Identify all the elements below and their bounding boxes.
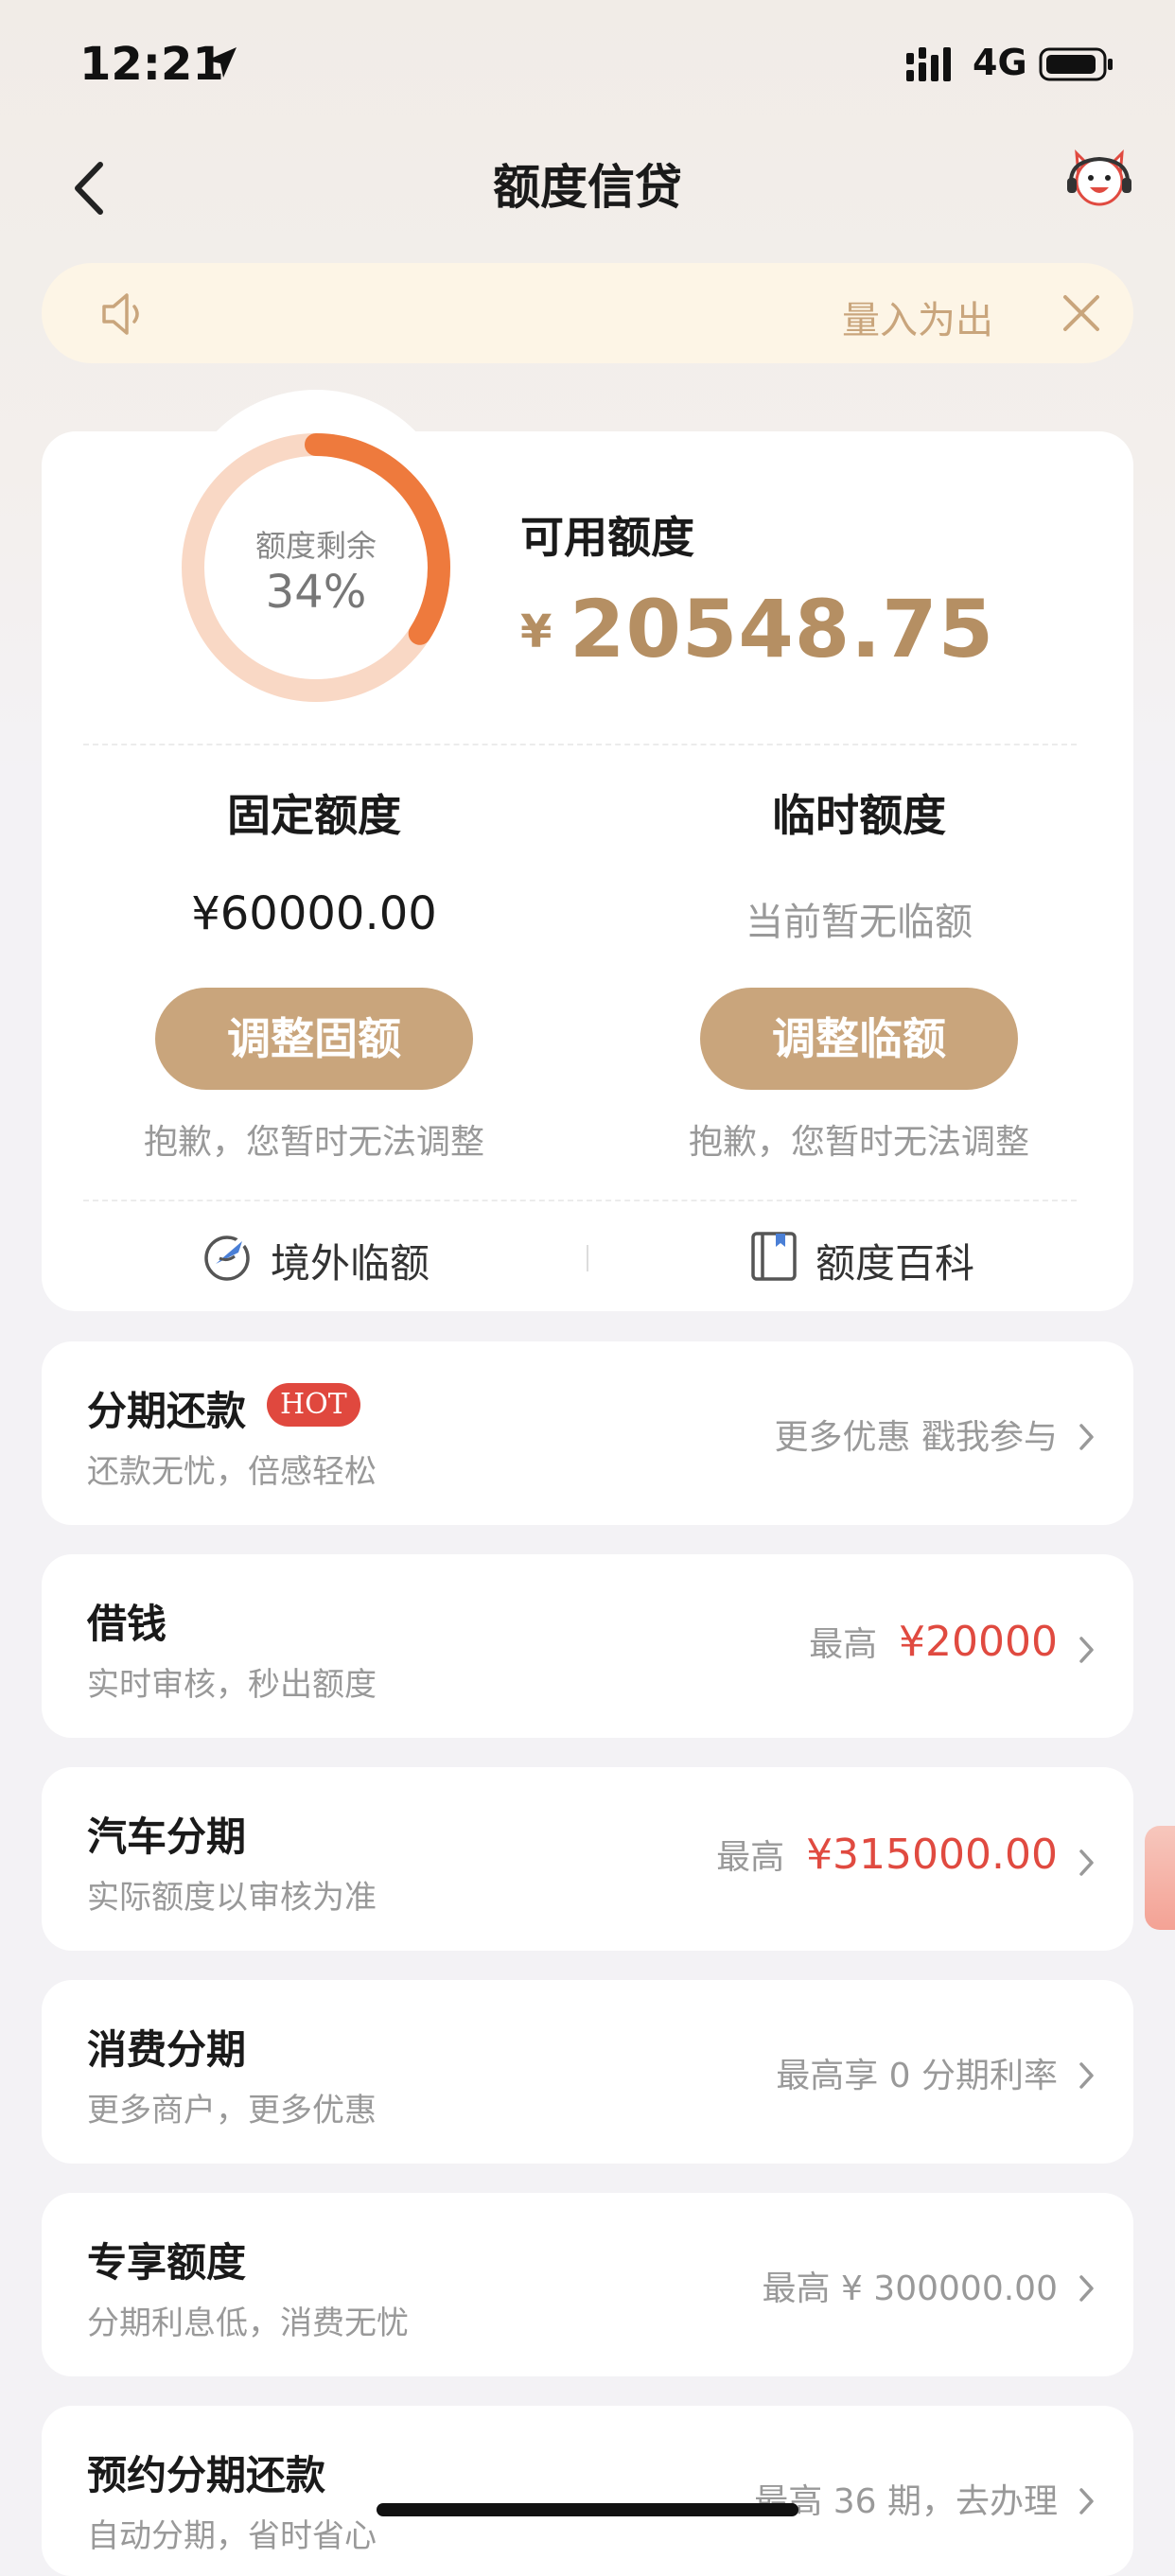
row-right-prefix: 最高 xyxy=(716,1838,785,1877)
speaker-icon xyxy=(102,293,139,335)
signal-icon xyxy=(906,47,951,81)
status-bar: 12:21 4G xyxy=(0,0,1175,127)
home-indicator[interactable] xyxy=(377,2503,798,2516)
row-right-text: 最高 ¥315000.00 xyxy=(716,1830,1058,1879)
row-subtitle: 更多商户，更多优惠 xyxy=(87,2092,377,2129)
row-max-amount: ¥20000 xyxy=(899,1618,1058,1666)
row-right-text: 最高享 0 分期利率 xyxy=(776,2057,1058,2095)
row-title: 专享额度 xyxy=(87,2239,247,2286)
row-subtitle: 实时审核，秒出额度 xyxy=(87,1666,377,1704)
list-item-consumer-installment[interactable]: 消费分期 更多商户，更多优惠 最高享 0 分期利率 xyxy=(42,1980,1133,2164)
floating-promo-tab[interactable] xyxy=(1145,1826,1175,1930)
fixed-credit-amount: ¥60000.00 xyxy=(191,887,437,940)
book-icon xyxy=(751,1232,797,1281)
row-max-amount: ¥315000.00 xyxy=(806,1831,1058,1879)
list-item-installment-repayment[interactable]: 分期还款 HOT 还款无忧，倍感轻松 更多优惠 戳我参与 xyxy=(42,1341,1133,1525)
chevron-right-icon xyxy=(1079,2062,1094,2089)
customer-service-mascot-icon[interactable] xyxy=(1063,144,1135,216)
location-arrow-icon xyxy=(206,47,237,78)
available-credit-label: 可用额度 xyxy=(520,512,694,563)
row-title: 借钱 xyxy=(87,1601,167,1647)
notice-text: 量入为出 xyxy=(842,299,993,342)
network-type: 4G xyxy=(973,42,1027,83)
divider xyxy=(83,744,1077,745)
credit-encyclopedia-label: 额度百科 xyxy=(815,1240,975,1287)
available-credit-amount: 20548.75 xyxy=(570,583,995,675)
row-right-text: 更多优惠 戳我参与 xyxy=(774,1418,1058,1457)
temporary-credit-status: 当前暂无临额 xyxy=(745,901,973,944)
list-item-scheduled-installment[interactable]: 预约分期还款 自动分期，省时省心 最高 36 期，去办理 xyxy=(42,2406,1133,2576)
chevron-right-icon xyxy=(1079,2275,1094,2302)
available-credit-currency: ¥ xyxy=(520,605,552,658)
row-subtitle: 还款无忧，倍感轻松 xyxy=(87,1453,377,1491)
overseas-temp-credit-label: 境外临额 xyxy=(271,1240,430,1287)
battery-icon xyxy=(1039,47,1113,81)
row-right-text: 最高 36 期，去办理 xyxy=(754,2482,1058,2521)
chevron-right-icon xyxy=(1079,1424,1094,1450)
temporary-credit-note: 抱歉，您暂时无法调整 xyxy=(688,1123,1029,1162)
row-subtitle: 分期利息低，消费无忧 xyxy=(87,2304,409,2342)
row-title: 消费分期 xyxy=(87,2026,247,2073)
hot-badge: HOT xyxy=(267,1383,360,1427)
list-item-car-installment[interactable]: 汽车分期 实际额度以审核为准 最高 ¥315000.00 xyxy=(42,1767,1133,1951)
list-item-exclusive-credit[interactable]: 专享额度 分期利息低，消费无忧 最高 ¥ 300000.00 xyxy=(42,2193,1133,2376)
list-item-borrow-money[interactable]: 借钱 实时审核，秒出额度 最高 ¥20000 xyxy=(42,1554,1133,1738)
row-title: 汽车分期 xyxy=(87,1814,247,1860)
row-subtitle: 自动分期，省时省心 xyxy=(87,2517,377,2555)
fixed-credit-title: 固定额度 xyxy=(227,790,401,841)
chevron-right-icon xyxy=(1079,2488,1094,2515)
chevron-right-icon xyxy=(1079,1849,1094,1876)
row-right-prefix: 最高 xyxy=(809,1625,878,1664)
nav-bar: 额度信贷 xyxy=(0,142,1175,246)
adjust-temporary-credit-button[interactable]: 调整临额 xyxy=(700,988,1018,1090)
chevron-right-icon xyxy=(1079,1637,1094,1663)
row-title: 预约分期还款 xyxy=(87,2452,326,2498)
row-right-text: 最高 ¥20000 xyxy=(809,1617,1058,1666)
ring-label: 额度剩余 xyxy=(254,528,377,564)
ring-percent: 34% xyxy=(265,566,367,619)
fixed-credit-note: 抱歉，您暂时无法调整 xyxy=(143,1123,484,1162)
adjust-fixed-credit-button[interactable]: 调整固额 xyxy=(155,988,473,1090)
row-title: 分期还款 xyxy=(87,1388,247,1434)
link-separator xyxy=(587,1245,588,1271)
row-right-text: 最高 ¥ 300000.00 xyxy=(762,2269,1058,2308)
divider xyxy=(83,1200,1077,1201)
notice-bar[interactable]: 量入为出 xyxy=(42,263,1133,363)
page-title: 额度信贷 xyxy=(493,160,682,215)
credit-encyclopedia-link[interactable]: 额度百科 xyxy=(747,1230,993,1287)
overseas-temp-credit-link[interactable]: 境外临额 xyxy=(201,1230,447,1287)
temporary-credit-title: 临时额度 xyxy=(772,790,946,841)
row-subtitle: 实际额度以审核为准 xyxy=(87,1879,377,1917)
close-icon[interactable] xyxy=(1056,288,1107,339)
plane-globe-icon xyxy=(204,1235,250,1281)
